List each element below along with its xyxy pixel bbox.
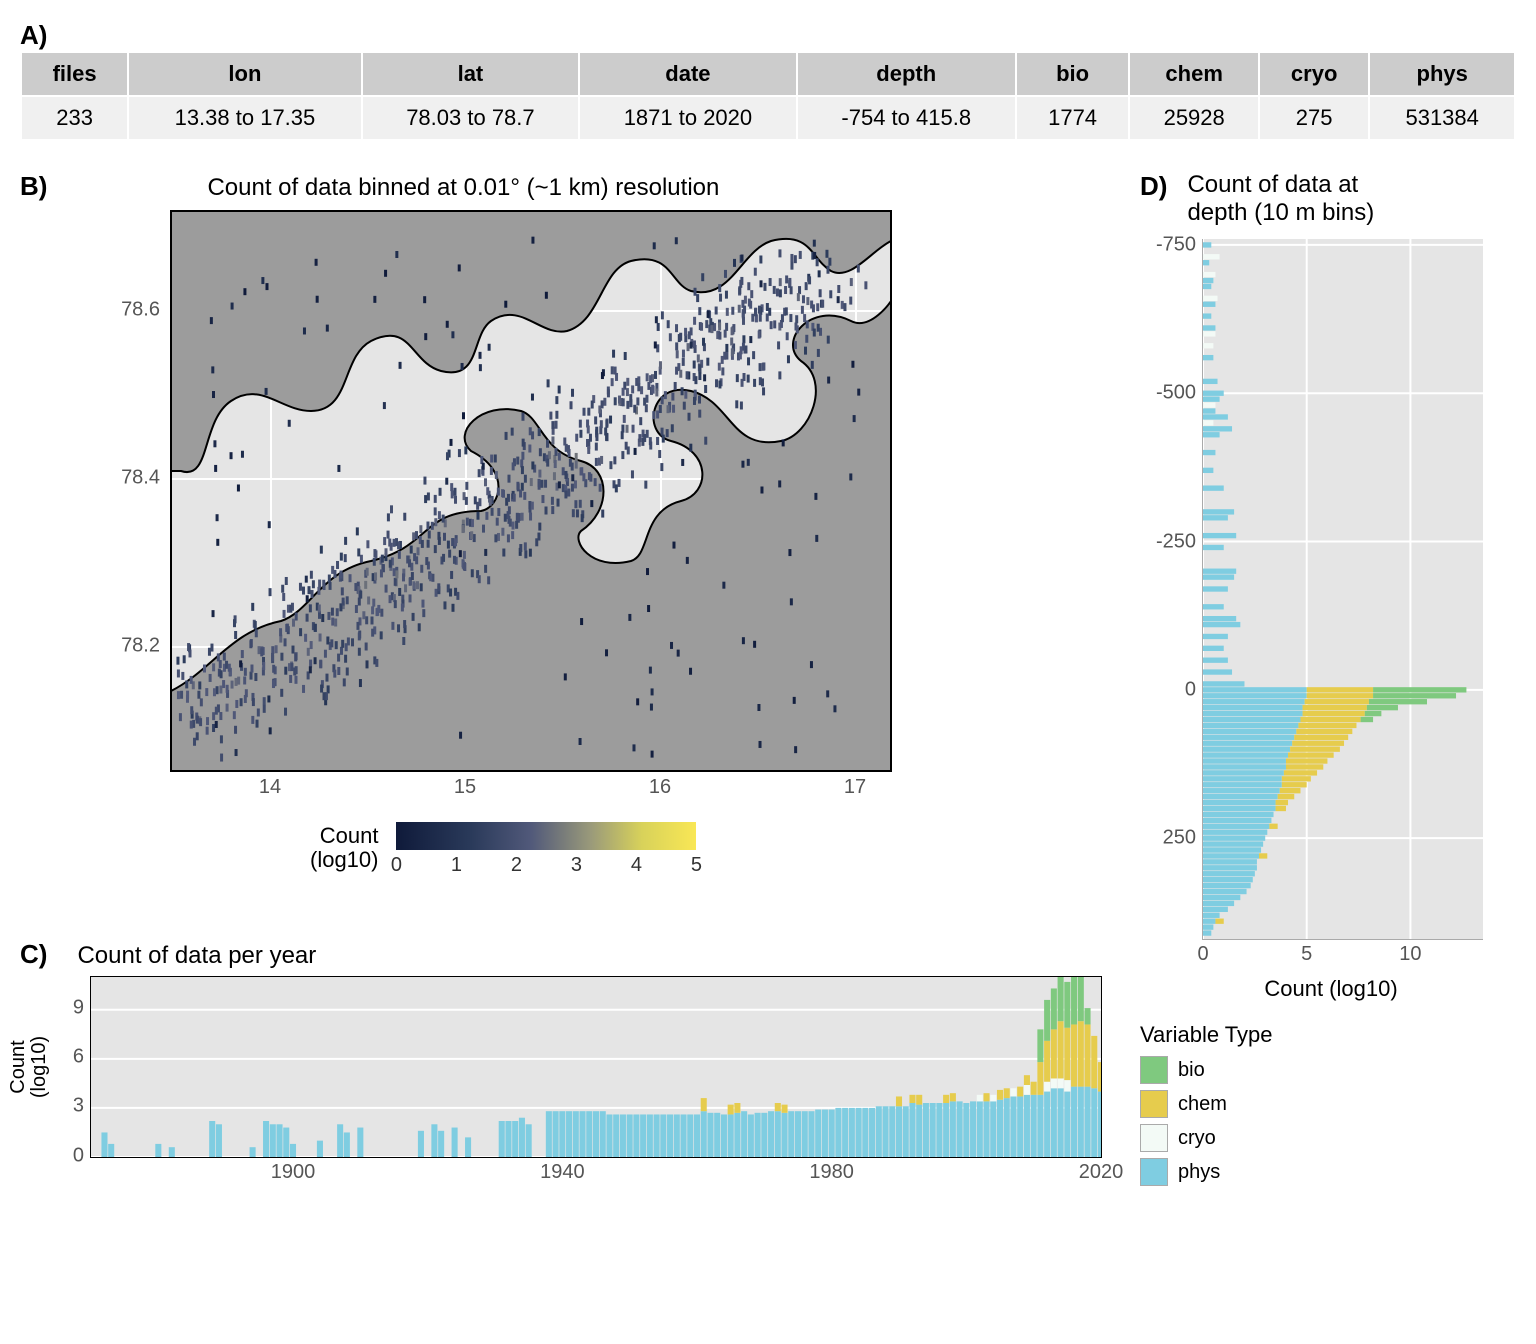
year-svg <box>91 977 1101 1157</box>
panel-b-label: B) <box>20 171 47 202</box>
colorbar-ticks: 012345 <box>396 850 696 874</box>
table-cell: 1871 to 2020 <box>579 96 797 140</box>
legend-swatch <box>1140 1158 1168 1186</box>
year-x-axis: 1900194019802020 <box>91 1161 1101 1187</box>
legend-item-chem: chem <box>1140 1090 1460 1118</box>
table-cell: 1774 <box>1016 96 1130 140</box>
panel-b: B) Count of data binned at 0.01° (~1 km)… <box>20 171 1100 874</box>
panel-a: A) fileslonlatdatedepthbiochemcryophys 2… <box>20 20 1516 141</box>
table-cell: 25928 <box>1129 96 1259 140</box>
table-cell: 531384 <box>1369 96 1515 140</box>
table-header: date <box>579 52 797 96</box>
colorbar-gradient <box>396 822 696 850</box>
map-plot <box>170 210 892 772</box>
map-y-axis: 78.678.478.2 <box>100 210 160 770</box>
table-cell: -754 to 415.8 <box>797 96 1016 140</box>
panel-c: C) Count of data per year Count (log10) … <box>20 939 1100 1158</box>
legend-item-phys: phys <box>1140 1158 1460 1186</box>
panel-d: D) Count of data at depth (10 m bins) -7… <box>1140 171 1460 1192</box>
legend-label: bio <box>1178 1059 1205 1082</box>
table-header: cryo <box>1259 52 1369 96</box>
panel-d-title: Count of data at depth (10 m bins) <box>1187 171 1374 227</box>
map-wrap: 78.678.478.2 <box>170 210 1100 772</box>
table-cell: 275 <box>1259 96 1369 140</box>
panel-c-title: Count of data per year <box>77 942 316 970</box>
table-header: lon <box>128 52 361 96</box>
depth-plot: -750-500-2500250 0510 <box>1202 239 1483 940</box>
year-ylabel: Count (log10) <box>8 1035 50 1097</box>
panel-d-label: D) <box>1140 171 1167 202</box>
legend-item-bio: bio <box>1140 1056 1460 1084</box>
depth-y-axis: -750-500-2500250 <box>1141 239 1196 939</box>
legend: Variable Type bio chem cryo phys <box>1140 1022 1460 1186</box>
depth-x-axis: 0510 <box>1203 943 1483 969</box>
table-cell: 13.38 to 17.35 <box>128 96 361 140</box>
table-header: bio <box>1016 52 1130 96</box>
table-header: depth <box>797 52 1016 96</box>
depth-svg <box>1203 239 1483 939</box>
legend-title: Variable Type <box>1140 1022 1460 1048</box>
year-y-axis: 0369 <box>54 976 84 1156</box>
map-svg <box>171 211 891 771</box>
table-header: chem <box>1129 52 1259 96</box>
summary-table: fileslonlatdatedepthbiochemcryophys 2331… <box>20 51 1516 141</box>
table-header: files <box>21 52 128 96</box>
legend-label: chem <box>1178 1093 1227 1116</box>
panel-a-label: A) <box>20 20 1516 51</box>
table-cell: 233 <box>21 96 128 140</box>
legend-item-cryo: cryo <box>1140 1124 1460 1152</box>
legend-label: phys <box>1178 1161 1220 1184</box>
table-header: lat <box>362 52 580 96</box>
depth-xlabel: Count (log10) <box>1202 976 1460 1002</box>
table-header: phys <box>1369 52 1515 96</box>
legend-swatch <box>1140 1124 1168 1152</box>
panel-c-label: C) <box>20 939 47 970</box>
year-plot: 1900194019802020 <box>90 976 1102 1158</box>
colorbar-label: Count (log10) <box>310 824 378 872</box>
map-x-axis: 14151617 <box>170 776 890 806</box>
legend-label: cryo <box>1178 1127 1216 1150</box>
colorbar: Count (log10) 012345 <box>310 822 1100 874</box>
panel-b-title: Count of data binned at 0.01° (~1 km) re… <box>207 174 719 202</box>
table-cell: 78.03 to 78.7 <box>362 96 580 140</box>
legend-swatch <box>1140 1090 1168 1118</box>
legend-swatch <box>1140 1056 1168 1084</box>
land-shape <box>171 211 891 771</box>
